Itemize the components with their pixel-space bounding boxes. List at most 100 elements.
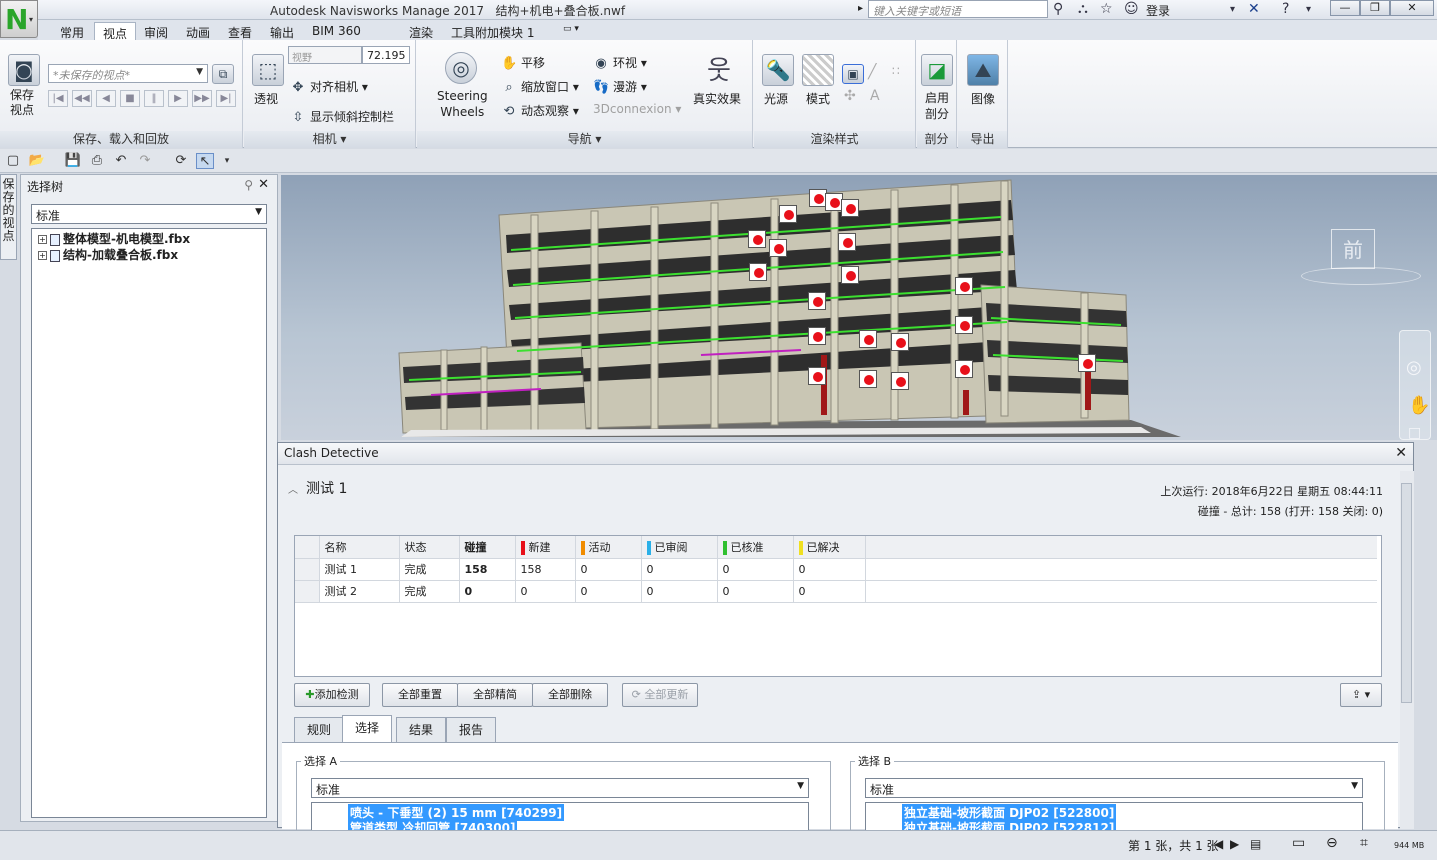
ribbon-minimize-icon[interactable]: ▭ ▾ (555, 22, 587, 40)
play-icon[interactable]: ▶ (168, 90, 188, 107)
mode-button[interactable]: 模式 (806, 90, 830, 107)
clash-marker[interactable] (808, 367, 826, 385)
maximize-button[interactable]: ❐ (1360, 0, 1390, 16)
steering-wheels-icon[interactable]: ◎ (445, 52, 477, 84)
row-header-cell[interactable] (295, 580, 320, 603)
person-icon[interactable]: 웃 (707, 50, 731, 87)
tab-5[interactable]: 输出 (262, 22, 302, 40)
update-all-button[interactable]: ⟳ 全部更新 (622, 683, 698, 707)
close-button[interactable]: ✕ (1390, 0, 1434, 16)
close-icon[interactable]: ✕ (1395, 445, 1407, 461)
clash-marker[interactable] (859, 330, 877, 348)
tab-0[interactable]: 常用 (52, 22, 92, 40)
image-icon[interactable]: ⛰ (967, 54, 999, 86)
prev-sheet-icon[interactable]: ◀ (1214, 837, 1223, 851)
close-icon[interactable]: ✕ (258, 177, 269, 192)
refresh-icon[interactable]: ⟳ (172, 153, 190, 169)
selection-tree[interactable]: + 整体模型-机电模型.fbx + 结构-加载叠合板.fbx (31, 228, 267, 818)
clash-marker[interactable] (769, 239, 787, 257)
points-icon[interactable]: ∷ (892, 64, 900, 78)
select-icon[interactable]: ↖ (196, 153, 214, 169)
pan-button[interactable]: ✋ 平移 (501, 54, 545, 72)
test-title[interactable]: ︿ 测试 1 (288, 478, 347, 498)
tab-results[interactable]: 结果 (396, 717, 447, 743)
selection-b-tree[interactable]: 独立基础-坡形截面 DJP02 [522800] 独立基础-坡形截面 DJP02… (865, 802, 1363, 832)
step-forward-icon[interactable]: ▶▶ (192, 90, 212, 107)
clash-marker[interactable] (955, 316, 973, 334)
clash-marker[interactable] (1078, 354, 1096, 372)
tab-7[interactable]: 渲染 (401, 22, 441, 40)
pause-icon[interactable]: ‖ (144, 90, 164, 107)
new-icon[interactable]: ▢ (4, 153, 22, 169)
sheet-browser-icon[interactable]: ▤ (1250, 837, 1261, 851)
steering-wheels-button[interactable]: Steering Wheels (437, 88, 488, 120)
3d-viewport[interactable]: 前 ◎ ✋ □ (281, 175, 1437, 440)
tab-selection[interactable]: 选择 (342, 715, 393, 743)
last-frame-icon[interactable]: ▶| (216, 90, 236, 107)
stop-icon[interactable]: ■ (120, 90, 140, 107)
manage-viewpoints-icon[interactable]: ⧉ (212, 64, 234, 84)
snap-points-icon[interactable]: ✣ (844, 88, 856, 104)
clash-marker[interactable] (749, 263, 767, 281)
clash-marker[interactable] (841, 266, 859, 284)
add-test-button[interactable]: ✚添加检测 (294, 683, 370, 707)
search-input[interactable]: 键入关键字或短语 (868, 0, 1048, 18)
clash-marker[interactable] (859, 370, 877, 388)
help-dropdown-icon[interactable]: ▾ (1306, 4, 1311, 15)
column-header[interactable]: 碰撞 (459, 536, 516, 559)
clash-marker[interactable] (779, 205, 797, 223)
table-row[interactable]: 测试 1 完成 158 158 0 0 0 0 (295, 558, 1377, 581)
clash-marker[interactable] (748, 230, 766, 248)
print-icon[interactable]: ⎙ (88, 153, 106, 169)
vertical-scrollbar[interactable] (1400, 471, 1414, 829)
surfaces-icon[interactable]: ▣ (842, 64, 864, 84)
step-back-icon[interactable]: ◀◀ (72, 90, 92, 107)
clash-marker[interactable] (838, 233, 856, 251)
viewcube-front-face[interactable]: 前 (1331, 229, 1375, 269)
reset-all-button[interactable]: 全部重置 (382, 683, 458, 707)
clash-marker[interactable] (891, 333, 909, 351)
text-icon[interactable]: A (870, 88, 880, 104)
redo-icon[interactable]: ↷ (136, 153, 154, 169)
perspective-icon[interactable]: ⬚ (252, 54, 284, 86)
light-button[interactable]: 光源 (764, 90, 788, 107)
tab-4[interactable]: 查看 (220, 22, 260, 40)
x-icon[interactable]: ✕ (1248, 1, 1260, 17)
realism-button[interactable]: 真实效果 (693, 90, 741, 107)
align-camera-button[interactable]: ✥ 对齐相机 ▾ (290, 78, 368, 96)
clash-marker[interactable] (808, 327, 826, 345)
export-button[interactable]: ⇪ ▾ (1340, 683, 1382, 707)
wheel-icon[interactable]: ◎ (1406, 357, 1422, 378)
clash-marker[interactable] (841, 199, 859, 217)
expand-icon[interactable]: + (38, 251, 47, 260)
star-icon[interactable]: ☆ (1100, 1, 1113, 17)
tree-mode-select[interactable]: 标准 ▼ (31, 204, 267, 224)
qat-dropdown-icon[interactable]: ▾ (218, 153, 236, 169)
save-panel-label[interactable]: 保存、载入和回放 (0, 131, 242, 148)
delete-all-button[interactable]: 全部删除 (532, 683, 608, 707)
row-header-cell[interactable] (295, 558, 320, 581)
column-header[interactable]: 状态 (399, 536, 460, 559)
binoculars-icon[interactable]: ⚲ (1053, 1, 1063, 17)
render-mode-icon[interactable] (802, 54, 834, 86)
column-header[interactable]: 活动 (575, 536, 642, 559)
navigation-panel-label[interactable]: 导航 ▾ (417, 131, 752, 148)
selection-a-tree[interactable]: 喷头 - 下垂型 (2) 15 mm [740299] 管道类型 冷却回管 [7… (311, 802, 809, 832)
login-dropdown-icon[interactable]: ▾ (1230, 4, 1235, 15)
help-icon[interactable]: ? (1282, 1, 1289, 17)
login-button[interactable]: 登录 (1146, 2, 1170, 19)
next-sheet-icon[interactable]: ▶ (1230, 837, 1239, 851)
clash-marker[interactable] (891, 372, 909, 390)
clash-marker[interactable] (808, 292, 826, 310)
camera-panel-label[interactable]: 相机 ▾ (244, 131, 415, 148)
tab-rules[interactable]: 规则 (294, 717, 345, 743)
pan-hand-icon[interactable]: ✋ (1408, 395, 1430, 416)
table-row[interactable]: 测试 2 完成 0 0 0 0 0 0 (295, 580, 1377, 603)
selection-a-mode[interactable]: 标准 ▼ (311, 778, 809, 798)
flashlight-icon[interactable]: 🔦 (762, 54, 794, 86)
tab-2[interactable]: 审阅 (136, 22, 176, 40)
clash-marker[interactable] (955, 277, 973, 295)
scroll-thumb[interactable] (1401, 483, 1412, 703)
section-icon[interactable]: ◪ (921, 54, 953, 86)
exchange-icon[interactable]: ⛬ (1078, 1, 1088, 17)
